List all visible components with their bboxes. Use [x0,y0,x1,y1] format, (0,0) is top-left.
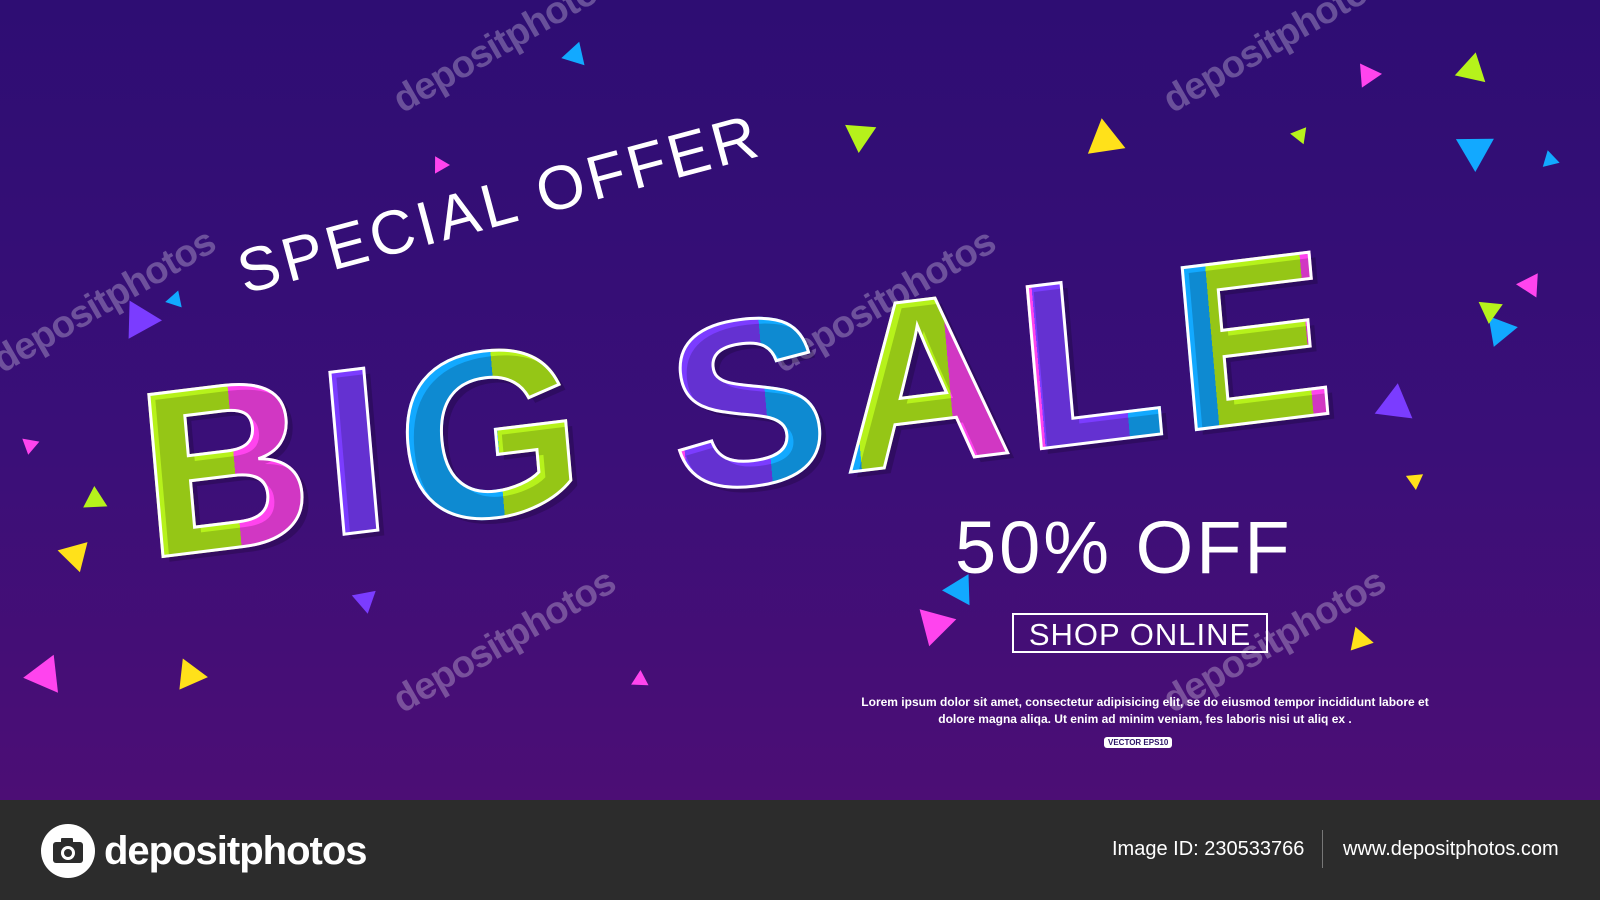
confetti-piece [57,542,88,573]
sale-banner: depositphotos depositphotos depositphoto… [0,0,1600,800]
confetti-piece [23,654,58,693]
confetti-piece [83,486,108,508]
footer-brand-name: depositphotos [104,828,368,873]
vector-eps-badge: VECTOR EPS10 [1104,737,1173,748]
confetti-piece [165,290,182,308]
confetti-piece [561,41,585,66]
confetti-piece [22,438,40,455]
confetti-piece [1454,52,1486,83]
confetti-piece [1087,118,1126,154]
site-url-link[interactable]: www.depositphotos.com [1343,838,1559,861]
camera-icon [41,824,95,878]
confetti-piece [1360,63,1382,88]
body-copy: Lorem ipsum dolor sit amet, consectetur … [835,694,1455,728]
confetti-piece [1405,474,1424,490]
footer-bar: depositphotos Image ID: 230533766 www.de… [0,800,1600,900]
confetti-piece [845,124,877,153]
confetti-piece [1290,127,1307,145]
confetti-piece [1350,626,1374,651]
confetti-piece [1516,273,1538,298]
confetti-piece [179,658,208,690]
body-copy-line-2: dolore magna aliqa. Ut enim ad minim ven… [938,712,1352,726]
body-copy-line-1: Lorem ipsum dolor sit amet, consectetur … [861,695,1429,709]
image-id-label: Image ID: 230533766 [1112,838,1305,860]
footer-logo[interactable]: depositphotos [40,823,368,879]
discount-text: 50% OFF [955,506,1293,589]
shop-online-button[interactable]: SHOP ONLINE [1012,613,1268,653]
confetti-piece [1542,150,1560,167]
confetti-piece [631,670,649,686]
confetti-piece [1455,138,1494,172]
footer-divider [1322,830,1323,868]
confetti-piece [351,590,376,614]
confetti-piece [919,609,957,647]
confetti-piece [1488,316,1518,347]
confetti-piece [435,156,450,174]
